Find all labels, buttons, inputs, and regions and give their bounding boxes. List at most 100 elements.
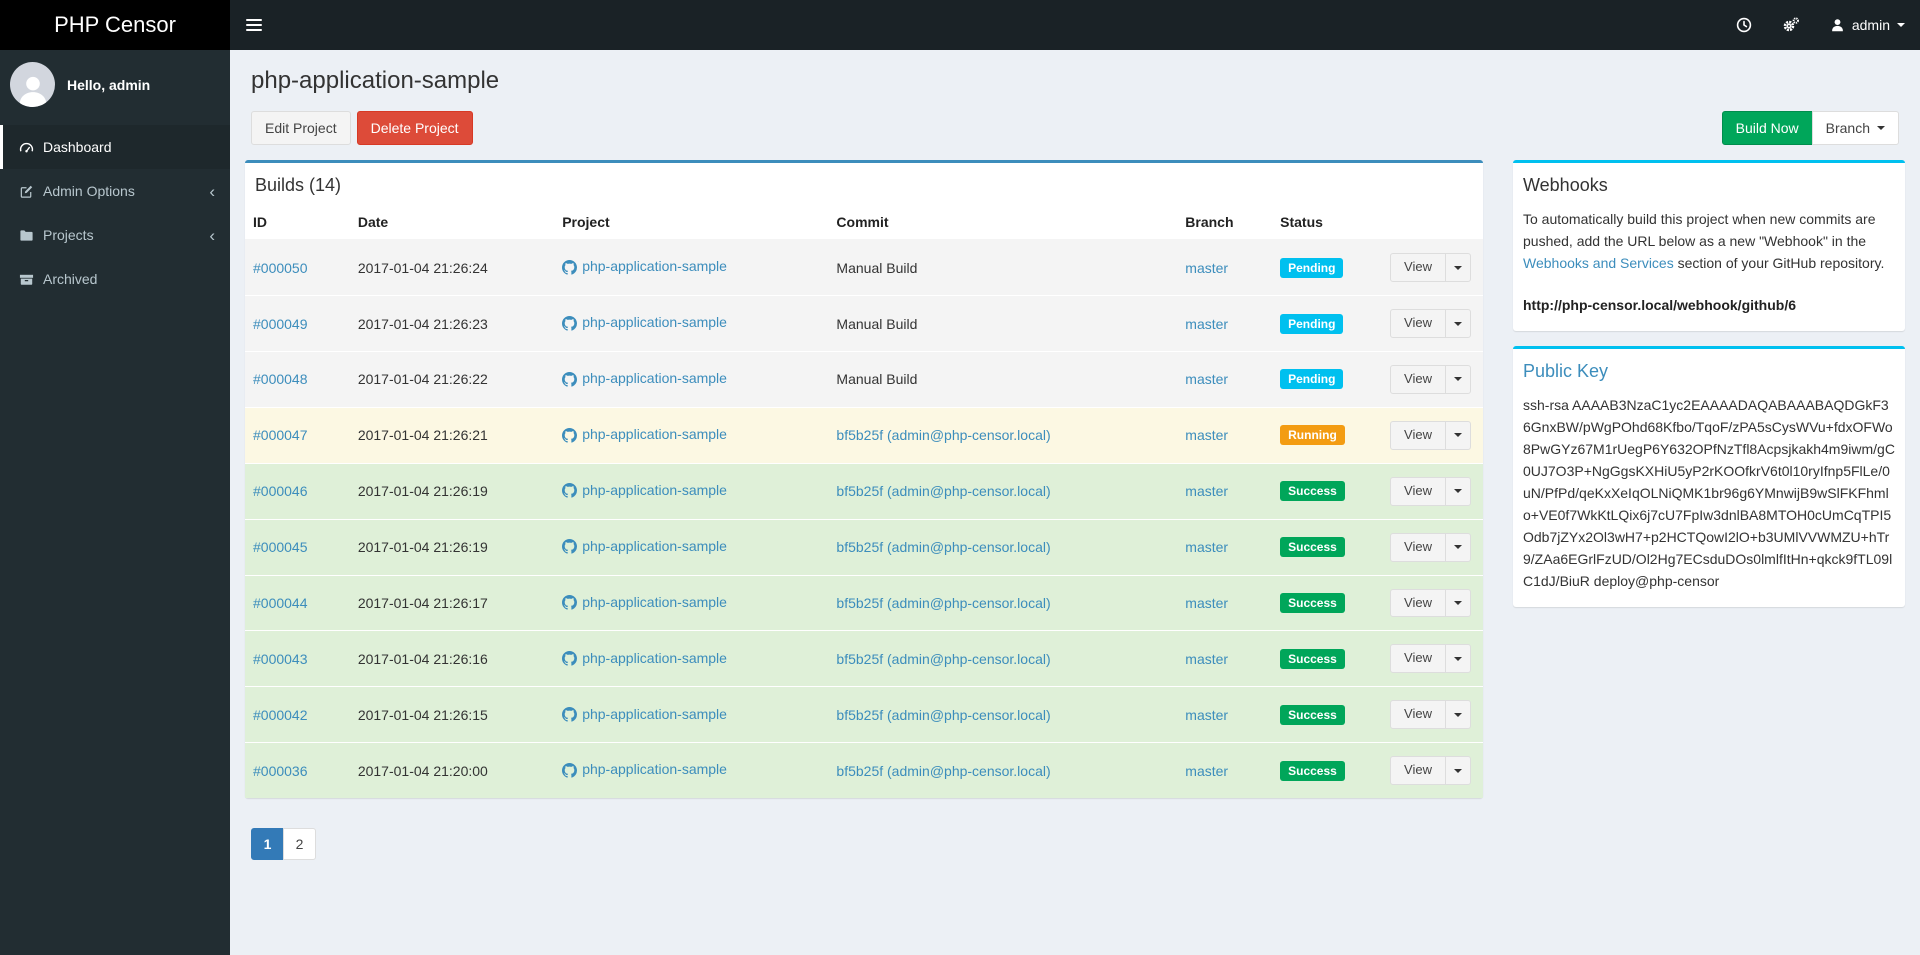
build-project-name: php-application-sample <box>582 258 727 275</box>
build-project-name: php-application-sample <box>582 761 727 778</box>
build-branch-link[interactable]: master <box>1185 707 1228 723</box>
build-id-link[interactable]: #000042 <box>253 707 308 723</box>
sidebar-item-dashboard[interactable]: Dashboard <box>0 125 230 169</box>
build-date: 2017-01-04 21:26:23 <box>357 315 488 332</box>
sidebar-item-label: Projects <box>43 227 94 243</box>
build-project-link[interactable]: php-application-sample <box>562 706 727 722</box>
build-project-link[interactable]: php-application-sample <box>562 761 727 778</box>
build-queue-link[interactable] <box>1721 0 1767 50</box>
app-logo[interactable]: PHP Censor <box>0 0 230 50</box>
view-button[interactable]: View <box>1390 420 1446 450</box>
branch-dropdown-button[interactable]: Branch <box>1811 111 1899 146</box>
view-button[interactable]: View <box>1390 756 1446 786</box>
view-dropdown-toggle[interactable] <box>1445 309 1471 338</box>
delete-project-button[interactable]: Delete Project <box>356 111 473 146</box>
user-menu[interactable]: admin <box>1815 0 1920 50</box>
build-branch-link[interactable]: master <box>1185 371 1228 387</box>
build-project-link[interactable]: php-application-sample <box>562 426 727 443</box>
build-project-link[interactable]: php-application-sample <box>562 482 727 499</box>
build-id-link[interactable]: #000050 <box>253 260 308 276</box>
webhooks-and-services-link[interactable]: Webhooks and Services <box>1523 255 1674 271</box>
build-commit[interactable]: bf5b25f (admin@php-censor.local) <box>836 595 1050 611</box>
view-dropdown-toggle[interactable] <box>1445 364 1471 394</box>
build-project-link[interactable]: php-application-sample <box>562 538 727 554</box>
build-row: #000036 2017-01-04 21:20:00 php-applicat… <box>245 742 1483 799</box>
view-button[interactable]: View <box>1390 364 1446 394</box>
build-branch-link[interactable]: master <box>1185 483 1228 499</box>
build-row: #000046 2017-01-04 21:26:19 php-applicat… <box>245 462 1483 520</box>
build-status-badge: Success <box>1280 760 1345 781</box>
pagination-page-2[interactable]: 2 <box>283 828 316 861</box>
build-id-link[interactable]: #000045 <box>253 539 308 555</box>
github-icon <box>562 259 578 275</box>
clock-icon <box>1736 17 1752 33</box>
view-button[interactable]: View <box>1390 644 1446 674</box>
build-project-name: php-application-sample <box>582 314 727 331</box>
build-commit: Manual Build <box>836 315 918 332</box>
view-dropdown-toggle[interactable] <box>1445 253 1471 283</box>
view-dropdown-toggle[interactable] <box>1445 756 1471 786</box>
sidebar-item-projects[interactable]: Projects ‹ <box>0 213 230 257</box>
pagination: 1 2 <box>251 828 316 861</box>
build-id-link[interactable]: #000049 <box>253 316 308 332</box>
settings-link[interactable] <box>1767 0 1815 50</box>
build-project-link[interactable]: php-application-sample <box>562 258 727 275</box>
view-dropdown-toggle[interactable] <box>1445 644 1471 674</box>
view-dropdown-toggle[interactable] <box>1445 532 1471 562</box>
view-dropdown-toggle[interactable] <box>1445 476 1471 506</box>
view-dropdown-toggle[interactable] <box>1445 700 1471 730</box>
build-id-link[interactable]: #000048 <box>253 371 308 387</box>
build-commit[interactable]: bf5b25f (admin@php-censor.local) <box>836 539 1050 555</box>
build-id-link[interactable]: #000046 <box>253 483 308 499</box>
build-commit[interactable]: bf5b25f (admin@php-censor.local) <box>836 651 1050 667</box>
view-button[interactable]: View <box>1390 253 1446 283</box>
sidebar-item-archived[interactable]: Archived <box>0 257 230 301</box>
build-row: #000048 2017-01-04 21:26:22 php-applicat… <box>245 350 1483 408</box>
builds-box: Builds (14) ID Date Project Commit Branc… <box>245 160 1483 799</box>
build-branch-link[interactable]: master <box>1185 427 1228 443</box>
github-icon <box>562 651 578 666</box>
sidebar-greeting: Hello, admin <box>67 76 151 93</box>
view-button[interactable]: View <box>1390 700 1446 730</box>
build-project-link[interactable]: php-application-sample <box>562 650 727 666</box>
build-commit[interactable]: bf5b25f (admin@php-censor.local) <box>836 763 1050 779</box>
view-dropdown-toggle[interactable] <box>1445 588 1471 618</box>
build-branch-link[interactable]: master <box>1185 651 1228 667</box>
column-header-project: Project <box>554 206 829 241</box>
pagination-page-1[interactable]: 1 <box>251 828 284 861</box>
build-now-button[interactable]: Build Now <box>1721 111 1813 146</box>
sidebar-item-admin-options[interactable]: Admin Options ‹ <box>0 169 230 213</box>
edit-project-button[interactable]: Edit Project <box>251 111 351 146</box>
build-branch-link[interactable]: master <box>1185 260 1228 276</box>
build-project-link[interactable]: php-application-sample <box>562 594 727 610</box>
dashboard-icon <box>18 140 34 155</box>
sidebar-toggle-button[interactable] <box>230 0 278 50</box>
public-key-text: ssh-rsa AAAAB3NzaC1yc2EAAAADAQABAAABAQDG… <box>1523 397 1895 590</box>
webhooks-box: Webhooks To automatically build this pro… <box>1513 160 1905 332</box>
build-commit[interactable]: bf5b25f (admin@php-censor.local) <box>836 483 1050 499</box>
sidebar-item-label: Admin Options <box>43 183 135 199</box>
build-id-link[interactable]: #000043 <box>253 651 308 667</box>
build-project-name: php-application-sample <box>582 426 727 443</box>
build-id-link[interactable]: #000036 <box>253 763 308 779</box>
view-button[interactable]: View <box>1390 588 1446 618</box>
build-commit[interactable]: bf5b25f (admin@php-censor.local) <box>836 707 1050 723</box>
column-header-actions <box>1382 206 1483 241</box>
build-branch-link[interactable]: master <box>1185 539 1228 555</box>
view-dropdown-toggle[interactable] <box>1445 420 1471 450</box>
build-branch-link[interactable]: master <box>1185 763 1228 779</box>
github-icon <box>562 707 578 722</box>
view-button[interactable]: View <box>1390 309 1446 338</box>
caret-down-icon <box>1454 656 1462 661</box>
builds-table-body: #000050 2017-01-04 21:26:24 php-applicat… <box>245 239 1483 799</box>
build-id-link[interactable]: #000047 <box>253 427 308 443</box>
view-button[interactable]: View <box>1390 532 1446 562</box>
build-project-link[interactable]: php-application-sample <box>562 370 727 387</box>
view-button[interactable]: View <box>1390 476 1446 506</box>
build-project-link[interactable]: php-application-sample <box>562 314 727 331</box>
build-id-link[interactable]: #000044 <box>253 595 308 611</box>
build-branch-link[interactable]: master <box>1185 595 1228 611</box>
build-branch-link[interactable]: master <box>1185 316 1228 332</box>
build-status-badge: Success <box>1280 537 1345 558</box>
build-commit[interactable]: bf5b25f (admin@php-censor.local) <box>836 427 1050 443</box>
